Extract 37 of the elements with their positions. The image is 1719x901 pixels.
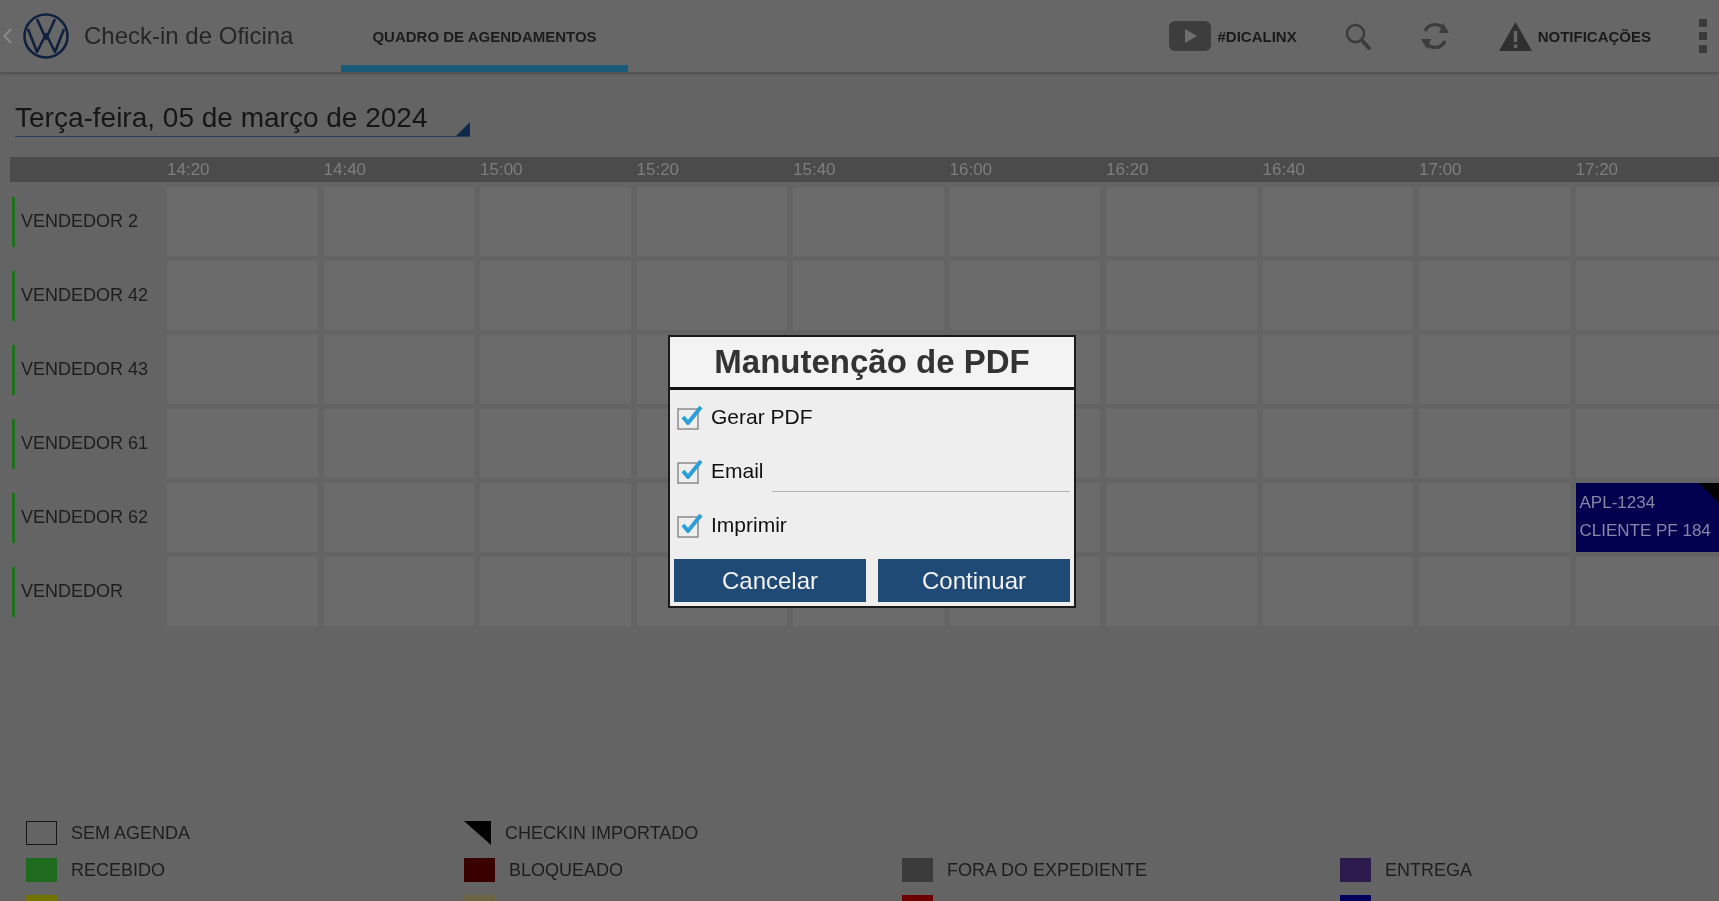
warning-icon [1498, 21, 1532, 51]
appointment-card[interactable]: APL-1234 CLIENTE PF 184 [1575, 483, 1719, 552]
play-button-icon [1169, 21, 1212, 51]
search-icon[interactable] [1344, 22, 1371, 50]
row-label: VENDEDOR 2 [12, 196, 161, 247]
row-label: VENDEDOR 62 [12, 492, 161, 543]
row-label: VENDEDOR 43 [12, 344, 161, 395]
circle-logo-icon [23, 13, 69, 59]
dialog-button[interactable]: Cancelar [674, 559, 866, 602]
app-title: Check-in de Oficina [84, 22, 294, 50]
checkbox[interactable] [677, 512, 703, 538]
row-label: VENDEDOR [12, 566, 161, 617]
tab[interactable]: QUADRO DE AGENDAMENTOS [341, 0, 628, 72]
legend-label: SEM AGENDA [71, 822, 191, 845]
date-field[interactable]: Terça-feira, 05 de março de 2024 [15, 100, 470, 137]
menu-icon[interactable] [1699, 19, 1707, 53]
legend-label: FORA DO EXPEDIENTE [947, 859, 1148, 882]
plate-text: APL-1234 [1579, 492, 1656, 514]
refresh-icon[interactable] [1418, 20, 1451, 52]
checkbox-label: Email [711, 459, 764, 483]
checkbox-label: Gerar PDF [711, 405, 813, 429]
legend-label: ENTREGA [1385, 859, 1472, 882]
row-label: VENDEDOR 61 [12, 418, 161, 469]
legend-label: CHECKIN IMPORTADO [505, 822, 699, 845]
client-text: CLIENTE PF 184 [1579, 520, 1711, 542]
back-icon[interactable] [3, 28, 12, 44]
dialog-button[interactable]: Continuar [878, 559, 1070, 602]
checkbox[interactable] [677, 458, 703, 484]
legend-label: BLOQUEADO [509, 859, 624, 882]
legend-label: RECEBIDO [71, 859, 166, 882]
dialog-title: Manutenção de PDF [670, 337, 1074, 390]
video-tips-button[interactable]: #DICALINX [1169, 21, 1297, 51]
row-label: VENDEDOR 42 [12, 270, 161, 321]
checkbox[interactable] [677, 404, 703, 430]
notifications-button[interactable]: NOTIFICAÇÕES [1498, 21, 1651, 51]
dropdown-corner-icon [456, 122, 470, 136]
checkbox-label: Imprimir [711, 513, 787, 537]
